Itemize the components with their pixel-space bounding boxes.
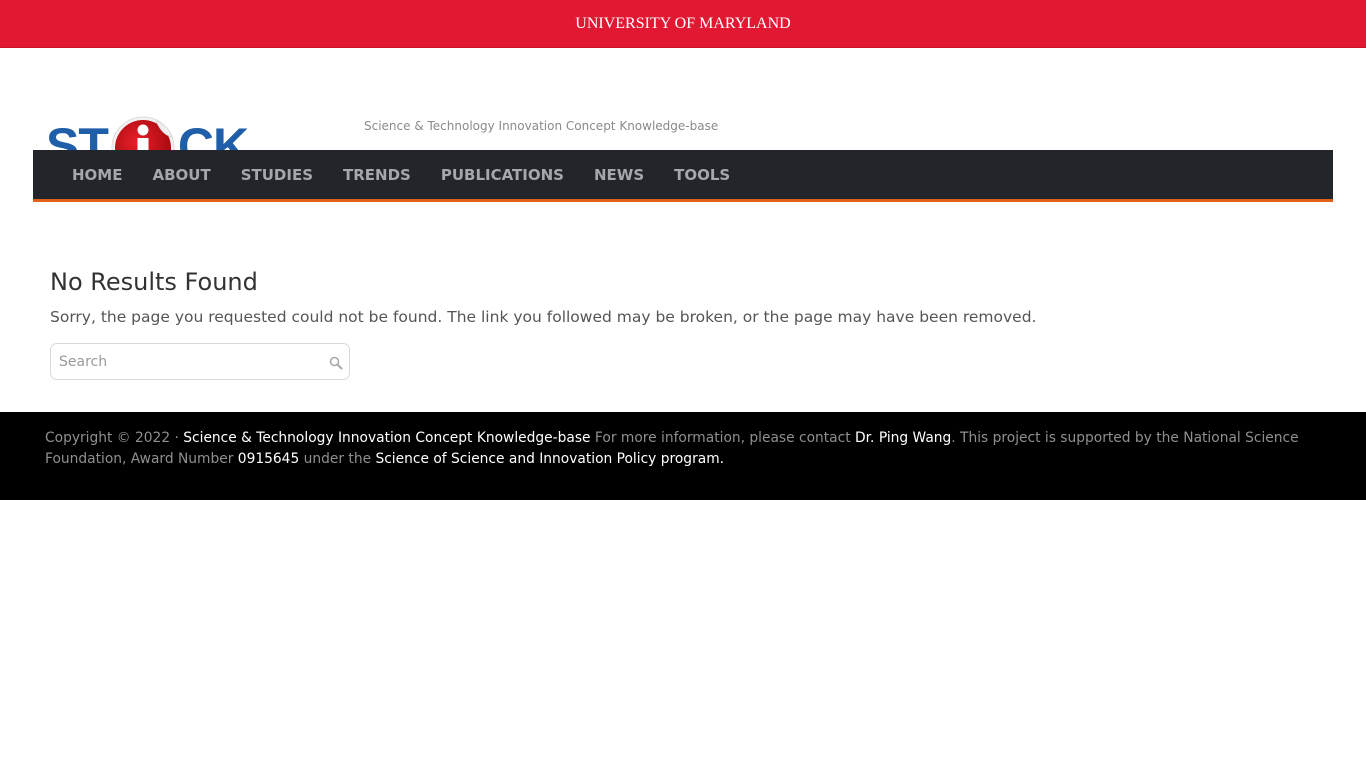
page-title: No Results Found bbox=[50, 268, 258, 296]
nav-item-tools[interactable]: TOOLS bbox=[659, 166, 745, 184]
nav-item-home[interactable]: HOME bbox=[57, 166, 137, 184]
nav-item-trends[interactable]: TRENDS bbox=[328, 166, 426, 184]
nav-item-publications[interactable]: PUBLICATIONS bbox=[426, 166, 579, 184]
contact-link[interactable]: Dr. Ping Wang bbox=[855, 430, 951, 446]
nav-item-about[interactable]: ABOUT bbox=[137, 166, 225, 184]
under-text: under the bbox=[299, 451, 376, 467]
site-header: ST CK Science & Technology Innovation Co… bbox=[0, 48, 1366, 180]
search-form bbox=[50, 343, 350, 380]
copyright-text: Copyright © 2022 · bbox=[45, 430, 184, 446]
footer-site-link[interactable]: Science & Technology Innovation Concept … bbox=[183, 430, 590, 446]
university-title[interactable]: UNIVERSITY OF MARYLAND bbox=[575, 15, 790, 33]
site-footer: Copyright © 2022 · Science & Technology … bbox=[0, 412, 1366, 500]
search-input[interactable] bbox=[51, 344, 349, 379]
university-banner: UNIVERSITY OF MARYLAND bbox=[0, 0, 1366, 48]
nav-item-news[interactable]: NEWS bbox=[579, 166, 659, 184]
not-found-message: Sorry, the page you requested could not … bbox=[50, 308, 1037, 326]
award-link[interactable]: 0915645 bbox=[238, 451, 299, 467]
main-content: No Results Found Sorry, the page you req… bbox=[50, 268, 1050, 380]
program-link[interactable]: Science of Science and Innovation Policy… bbox=[375, 451, 724, 467]
search-icon[interactable] bbox=[329, 355, 343, 370]
main-nav: HOME ABOUT STUDIES TRENDS PUBLICATIONS N… bbox=[33, 150, 1333, 202]
contact-text: For more information, please contact bbox=[590, 430, 856, 446]
nav-item-studies[interactable]: STUDIES bbox=[226, 166, 328, 184]
site-tagline: Science & Technology Innovation Concept … bbox=[364, 119, 719, 133]
